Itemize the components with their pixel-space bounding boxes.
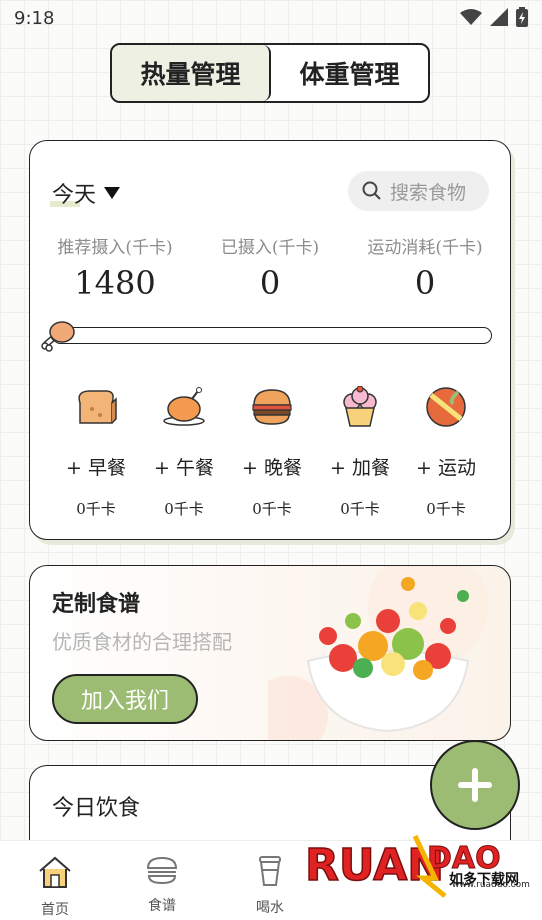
meal-breakfast[interactable]: + 早餐 0千卡 bbox=[56, 383, 136, 519]
status-time: 9:18 bbox=[14, 8, 55, 29]
meal-add-label: + 午餐 bbox=[154, 457, 214, 479]
stat-value: 0 bbox=[259, 264, 281, 302]
stat-value: 0 bbox=[414, 264, 436, 302]
cupcake-icon bbox=[320, 383, 400, 431]
diet-title: 今日饮食 bbox=[52, 796, 141, 821]
mode-tabs: 热量管理 体重管理 bbox=[110, 43, 430, 103]
stat-consumed: 已摄入(千卡) 0 bbox=[210, 233, 330, 302]
nav-label: 食谱 bbox=[148, 898, 176, 914]
stat-label: 运动消耗(千卡) bbox=[367, 238, 483, 258]
nav-label: 首页 bbox=[41, 902, 69, 918]
join-us-button[interactable]: 加入我们 bbox=[52, 674, 198, 724]
meal-lunch[interactable]: + 午餐 0千卡 bbox=[144, 383, 224, 519]
stat-recommended: 推荐摄入(千卡) 1480 bbox=[52, 233, 178, 302]
nav-recipe[interactable]: 食谱 bbox=[132, 855, 192, 915]
meal-kcal: 0千卡 bbox=[252, 500, 292, 518]
meal-kcal: 0千卡 bbox=[426, 500, 466, 518]
stat-value: 1480 bbox=[74, 264, 156, 302]
burger-outline-icon bbox=[146, 856, 178, 885]
plus-icon bbox=[458, 768, 492, 802]
search-icon bbox=[362, 181, 381, 200]
burger-icon bbox=[232, 383, 312, 431]
status-icons bbox=[460, 7, 528, 27]
watermark-site: www.ruaduo.com bbox=[452, 880, 530, 890]
meal-kcal: 0千卡 bbox=[340, 500, 380, 518]
dropdown-triangle-icon bbox=[104, 187, 121, 199]
drumstick-icon bbox=[41, 321, 75, 352]
calorie-card: 今天 搜索食物 推荐摄入(千卡) 1480 已摄入(千卡) 0 运动消耗(千卡)… bbox=[29, 140, 511, 540]
stat-label: 已摄入(千卡) bbox=[220, 238, 320, 258]
custom-recipe-card[interactable]: 定制食谱 优质食材的合理搭配 加入我们 bbox=[29, 565, 511, 741]
tab-weight-management[interactable]: 体重管理 bbox=[271, 45, 428, 101]
meal-kcal: 0千卡 bbox=[164, 500, 204, 518]
nav-label: 喝水 bbox=[256, 900, 284, 916]
svg-text:DAO: DAO bbox=[427, 841, 501, 876]
meal-exercise[interactable]: + 运动 0千卡 bbox=[406, 383, 486, 519]
cup-icon bbox=[259, 856, 281, 886]
battery-icon bbox=[516, 7, 528, 27]
toast-icon bbox=[56, 383, 136, 431]
signal-icon bbox=[490, 8, 508, 26]
nav-drink[interactable]: 喝水 bbox=[240, 855, 300, 917]
tab-calorie-management[interactable]: 热量管理 bbox=[112, 45, 271, 101]
home-icon bbox=[39, 856, 71, 888]
roast-chicken-icon bbox=[144, 383, 224, 431]
recipe-subtitle: 优质食材的合理搭配 bbox=[52, 630, 232, 654]
wifi-icon bbox=[460, 9, 482, 25]
meal-snack[interactable]: + 加餐 0千卡 bbox=[320, 383, 400, 519]
meal-add-label: + 加餐 bbox=[330, 457, 390, 479]
calorie-progress-bar bbox=[52, 327, 492, 344]
stat-exercise: 运动消耗(千卡) 0 bbox=[358, 233, 492, 302]
stat-label: 推荐摄入(千卡) bbox=[57, 238, 173, 258]
nav-home[interactable]: 首页 bbox=[25, 855, 85, 919]
date-label: 今天 bbox=[52, 183, 97, 208]
food-search[interactable]: 搜索食物 bbox=[348, 171, 489, 211]
meal-add-label: + 运动 bbox=[416, 457, 476, 479]
meal-add-label: + 早餐 bbox=[66, 457, 126, 479]
meal-add-label: + 晚餐 bbox=[242, 457, 302, 479]
status-bar: 9:18 bbox=[0, 0, 542, 36]
ball-icon bbox=[406, 383, 486, 431]
recipe-title: 定制食谱 bbox=[52, 591, 141, 617]
add-fab-button[interactable] bbox=[430, 740, 520, 830]
salad-bowl-illustration bbox=[268, 566, 488, 740]
search-placeholder: 搜索食物 bbox=[390, 181, 467, 204]
date-selector[interactable]: 今天 bbox=[50, 177, 121, 209]
meal-dinner[interactable]: + 晚餐 0千卡 bbox=[232, 383, 312, 519]
calorie-stats: 推荐摄入(千卡) 1480 已摄入(千卡) 0 运动消耗(千卡) 0 bbox=[30, 233, 510, 303]
meal-kcal: 0千卡 bbox=[76, 500, 116, 518]
meal-list: + 早餐 0千卡 + 午餐 0千卡 + 晚餐 0千卡 + 加餐 0千卡 + 运动… bbox=[30, 383, 510, 523]
